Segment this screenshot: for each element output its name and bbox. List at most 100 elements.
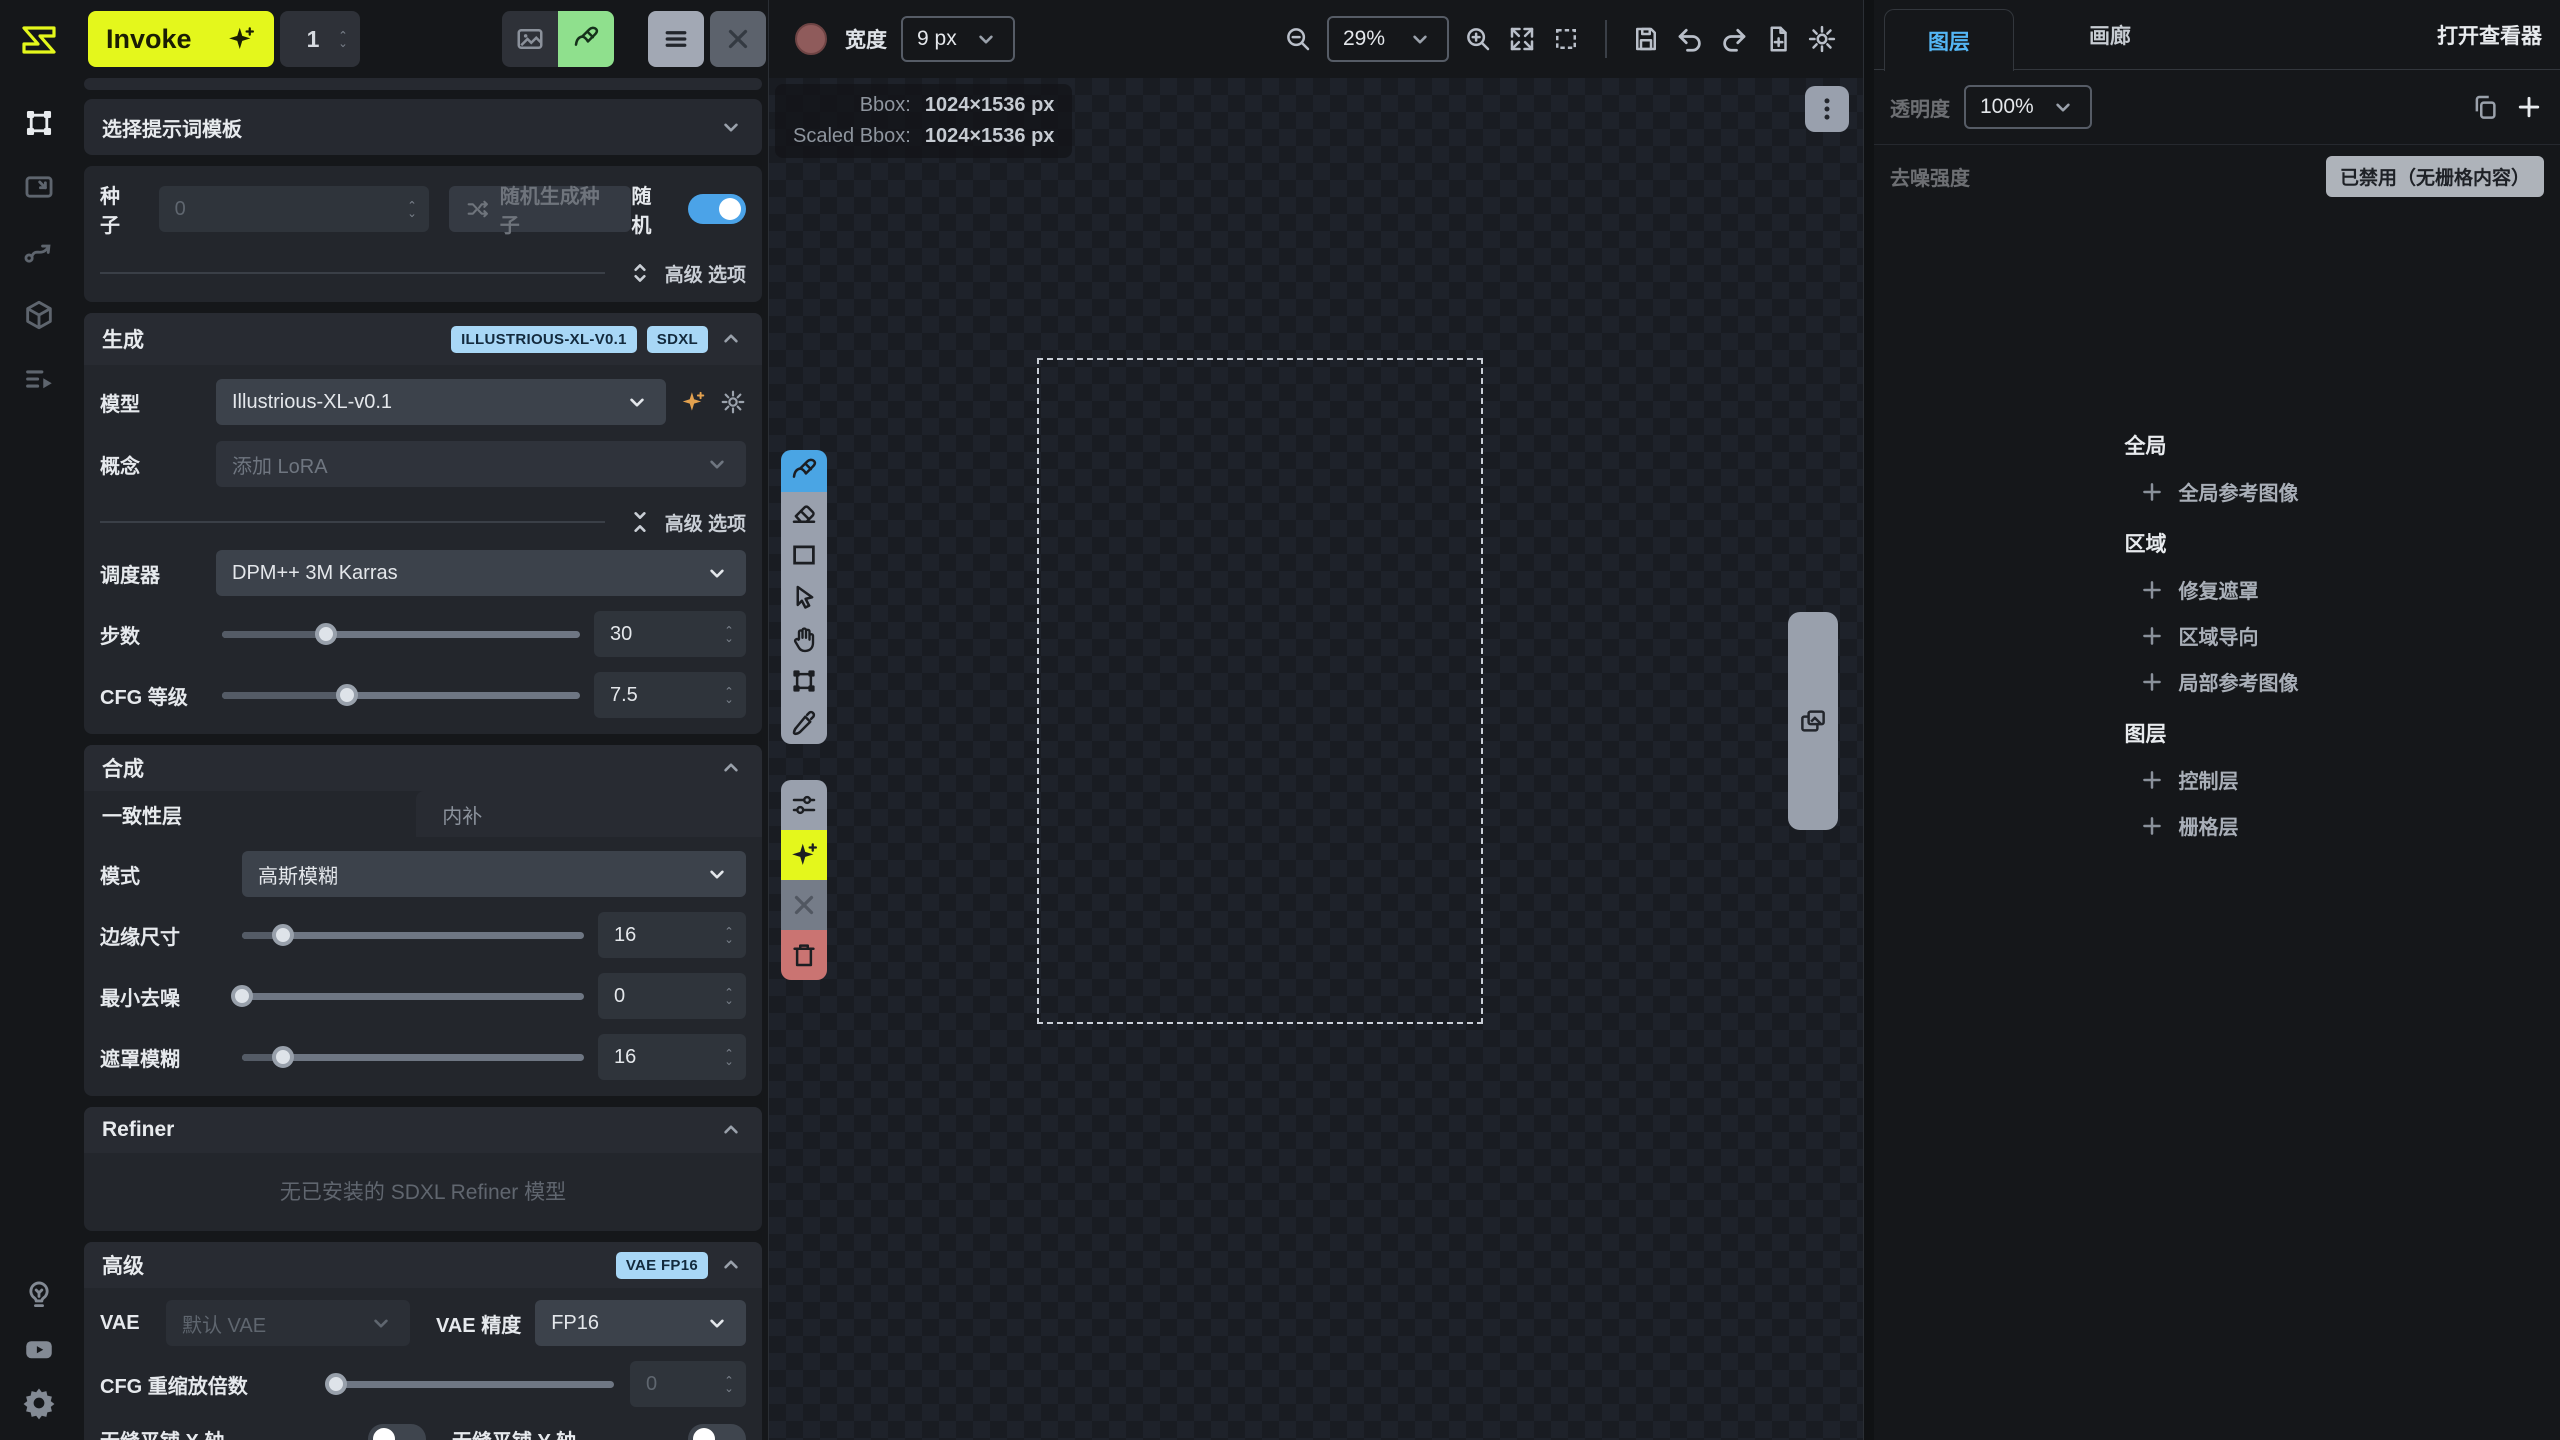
tips-bulb-icon[interactable]: [22, 1278, 56, 1312]
add-layer-icon[interactable]: [2514, 92, 2544, 122]
refiner-header[interactable]: Refiner: [84, 1107, 762, 1153]
vae-precision-label: VAE 精度: [436, 1309, 521, 1338]
viewer-image-button[interactable]: [502, 11, 558, 67]
menu-button[interactable]: [648, 11, 704, 67]
tab-gallery[interactable]: 画廊: [2050, 0, 2170, 70]
compositing-header[interactable]: 合成: [84, 745, 762, 791]
close-icon: [789, 890, 819, 920]
cancel-button[interactable]: [781, 880, 827, 930]
canvas-menu-button[interactable]: [1805, 86, 1849, 132]
mask-blur-input[interactable]: 16: [598, 1034, 746, 1080]
seed-advanced-options[interactable]: 高级 选项: [100, 260, 746, 286]
randomize-seed-label: 随机生成种子: [500, 180, 616, 238]
cfg-slider[interactable]: [222, 672, 580, 718]
opacity-select[interactable]: 100%: [1964, 85, 2092, 129]
invoke-logo-icon[interactable]: [17, 18, 61, 62]
generation-header[interactable]: 生成 ILLUSTRIOUS-XL-V0.1 SDXL: [84, 313, 762, 365]
eyedropper-tool[interactable]: [781, 702, 827, 744]
canvas-stage[interactable]: Bbox: 1024×1536 px Scaled Bbox: 1024×153…: [769, 78, 1863, 1440]
nav-viewer-icon[interactable]: [22, 170, 56, 204]
edge-size-input[interactable]: 16: [598, 912, 746, 958]
cfg-rescale-input[interactable]: 0: [630, 1361, 746, 1407]
model-select[interactable]: Illustrious-XL-v0.1: [216, 379, 666, 425]
randomize-seed-button[interactable]: 随机生成种子: [449, 186, 632, 232]
zoom-level-select[interactable]: 29%: [1327, 16, 1449, 62]
left-column: Invoke 1 选择提示词模板: [78, 0, 768, 1440]
cfg-input[interactable]: 7.5: [594, 672, 746, 718]
steps-slider[interactable]: [222, 611, 580, 657]
lora-select[interactable]: 添加 LoRA: [216, 441, 746, 487]
generation-bbox[interactable]: [1037, 358, 1483, 1024]
add-raster-layer[interactable]: 栅格层: [2139, 811, 2310, 840]
add-regional-ref-image[interactable]: 局部参考图像: [2139, 667, 2310, 696]
queue-count-value: 1: [290, 26, 336, 53]
pan-tool[interactable]: [781, 618, 827, 660]
save-icon[interactable]: [1631, 24, 1661, 54]
scheduler-select[interactable]: DPM++ 3M Karras: [216, 550, 746, 596]
cfg-rescale-slider[interactable]: [336, 1361, 614, 1407]
vae-precision-select[interactable]: FP16: [535, 1300, 746, 1346]
model-settings-gear-icon[interactable]: [720, 389, 746, 415]
prompt-template-card[interactable]: 选择提示词模板: [84, 99, 762, 155]
min-denoise-input[interactable]: 0: [598, 973, 746, 1019]
chevron-up-icon[interactable]: [718, 755, 744, 781]
chevron-up-icon[interactable]: [718, 326, 744, 352]
close-icon: [723, 24, 753, 54]
filter-button[interactable]: [781, 780, 827, 830]
nav-workflows-icon[interactable]: [22, 234, 56, 268]
vae-select[interactable]: 默认 VAE: [166, 1300, 410, 1346]
nav-models-icon[interactable]: [22, 298, 56, 332]
queue-count-arrows[interactable]: [336, 28, 350, 50]
seamless-y-toggle[interactable]: [688, 1424, 746, 1440]
transform-tool[interactable]: [781, 660, 827, 702]
chevron-down-icon[interactable]: [718, 114, 744, 140]
brush-width-select[interactable]: 9 px: [901, 16, 1015, 62]
tab-inpaint[interactable]: 内补: [416, 791, 762, 837]
fit-view-icon[interactable]: [1507, 24, 1537, 54]
chevron-up-icon[interactable]: [718, 1252, 744, 1278]
generate-button[interactable]: [781, 830, 827, 880]
nav-queue-icon[interactable]: [22, 362, 56, 396]
tab-coherence[interactable]: 一致性层: [84, 791, 416, 837]
steps-input[interactable]: 30: [594, 611, 746, 657]
add-control-layer[interactable]: 控制层: [2139, 765, 2310, 794]
eraser-tool[interactable]: [781, 492, 827, 534]
zoom-in-icon[interactable]: [1463, 24, 1493, 54]
add-inpaint-mask[interactable]: 修复遮罩: [2139, 575, 2310, 604]
redo-icon[interactable]: [1719, 24, 1749, 54]
invoke-button[interactable]: Invoke: [88, 11, 274, 67]
youtube-icon[interactable]: [22, 1332, 56, 1366]
canvas-brush-button[interactable]: [558, 11, 614, 67]
rect-tool[interactable]: [781, 534, 827, 576]
settings-gear-icon[interactable]: [22, 1386, 56, 1420]
canvas-settings-gear-icon[interactable]: [1807, 24, 1837, 54]
random-seed-toggle[interactable]: [688, 194, 746, 224]
edge-size-slider[interactable]: [242, 912, 584, 958]
nav-canvas-icon[interactable]: [22, 106, 56, 140]
close-button[interactable]: [710, 11, 766, 67]
gallery-drawer-handle[interactable]: [1788, 612, 1838, 830]
open-viewer-button[interactable]: 打开查看器: [2437, 20, 2542, 50]
delete-button[interactable]: [781, 930, 827, 980]
undo-icon[interactable]: [1675, 24, 1705, 54]
mode-select[interactable]: 高斯模糊: [242, 851, 746, 897]
fit-bbox-icon[interactable]: [1551, 24, 1581, 54]
color-swatch[interactable]: [795, 23, 827, 55]
brush-tool[interactable]: [781, 450, 827, 492]
mask-blur-slider[interactable]: [242, 1034, 584, 1080]
seed-input[interactable]: 0: [159, 186, 429, 232]
zoom-out-icon[interactable]: [1283, 24, 1313, 54]
advanced-header[interactable]: 高级 VAE FP16: [84, 1242, 762, 1288]
generation-advanced-options[interactable]: 高级 选项: [100, 509, 746, 535]
add-global-ref-image[interactable]: 全局参考图像: [2139, 477, 2310, 506]
seamless-x-toggle[interactable]: [368, 1424, 426, 1440]
model-default-sparkle-icon[interactable]: [680, 389, 706, 415]
queue-count-stepper[interactable]: 1: [280, 11, 360, 67]
new-session-icon[interactable]: [1763, 24, 1793, 54]
add-regional-guidance[interactable]: 区域导向: [2139, 621, 2310, 650]
duplicate-layer-icon[interactable]: [2470, 92, 2500, 122]
tab-layers[interactable]: 图层: [1884, 9, 2014, 71]
select-tool[interactable]: [781, 576, 827, 618]
chevron-up-icon[interactable]: [718, 1117, 744, 1143]
min-denoise-slider[interactable]: [242, 973, 584, 1019]
